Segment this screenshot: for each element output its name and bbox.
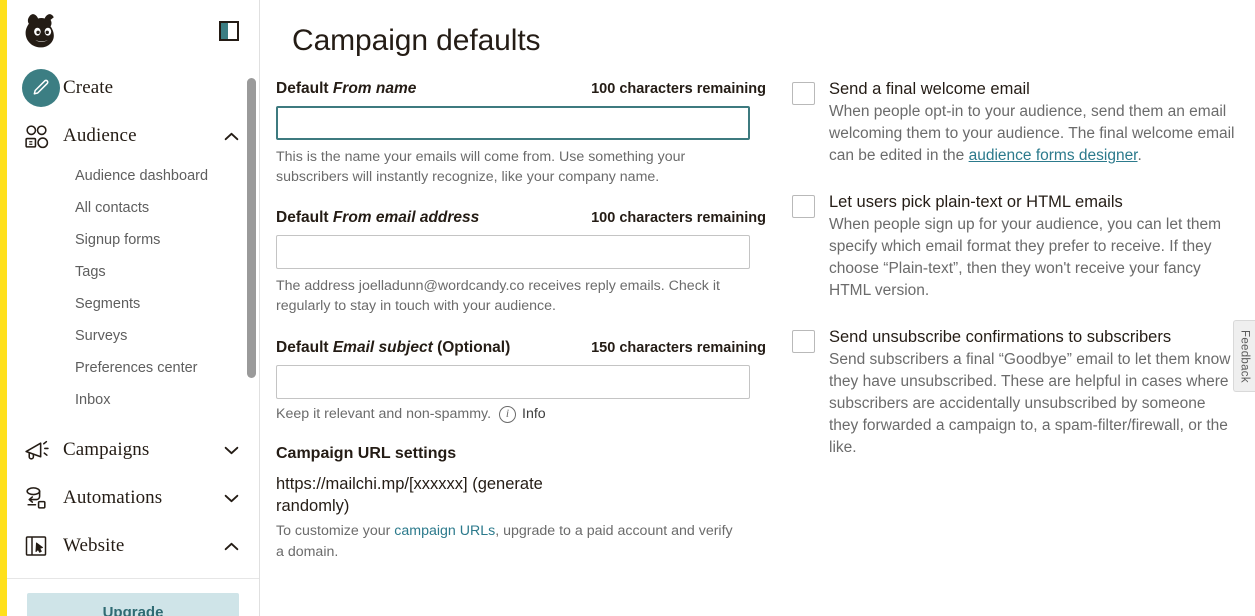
field-header: Default From name 100 characters remaini… (276, 80, 766, 98)
audience-subnav: Audience dashboard All contacts Signup f… (7, 160, 259, 416)
sidebar-item-website[interactable]: Website (7, 522, 259, 570)
from-name-input[interactable] (276, 106, 750, 140)
mailchimp-freddie-logo[interactable] (21, 11, 63, 51)
option-description: When people opt-in to your audience, sen… (829, 103, 1235, 164)
audience-forms-designer-link[interactable]: audience forms designer (969, 147, 1138, 164)
character-counter: 150 characters remaining (591, 339, 766, 356)
sidebar-item-surveys[interactable]: Surveys (7, 320, 259, 352)
option-body: Let users pick plain-text or HTML emails… (829, 193, 1237, 302)
option-description: Send subscribers a final “Goodbye” email… (829, 351, 1231, 456)
info-label[interactable]: Info (522, 406, 546, 422)
chevron-up-icon[interactable] (223, 132, 239, 141)
campaign-urls-link[interactable]: campaign URLs (394, 523, 495, 539)
sidebar-item-segments[interactable]: Segments (7, 288, 259, 320)
form-column: Default From name 100 characters remaini… (276, 80, 766, 564)
option-title[interactable]: Send unsubscribe confirmations to subscr… (829, 328, 1237, 347)
sidebar-item-preferences-center[interactable]: Preferences center (7, 352, 259, 384)
sidebar-item-inbox[interactable]: Inbox (7, 384, 259, 416)
character-counter: 100 characters remaining (591, 81, 766, 97)
sidebar-item-audience[interactable]: Audience (7, 112, 259, 160)
campaign-url-value: https://mailchi.mp/[xxxxxx] (generate ra… (276, 474, 543, 515)
field-help-text: The address joelladunn@wordcandy.co rece… (276, 278, 720, 315)
sidebar-item-audience-dashboard[interactable]: Audience dashboard (7, 160, 259, 192)
sidebar-item-label: Website (63, 535, 125, 556)
option-body: Send unsubscribe confirmations to subscr… (829, 328, 1237, 459)
field-label: Default Email subject (Optional) (276, 338, 511, 356)
field-from-name: Default From name 100 characters remaini… (276, 80, 766, 187)
field-help-text: Keep it relevant and non-spammy. (276, 406, 492, 423)
sidebar-item-signup-forms[interactable]: Signup forms (7, 224, 259, 256)
upgrade-section: Upgrade (7, 579, 259, 616)
website-window-icon (23, 533, 63, 559)
app-root: Create Audience Audience dashboard All c… (0, 0, 1255, 616)
option-title[interactable]: Send a final welcome email (829, 80, 1237, 99)
brand-accent-strip (0, 0, 7, 616)
option-plain-text-or-html: Let users pick plain-text or HTML emails… (792, 193, 1237, 302)
sidebar-item-automations[interactable]: Automations (7, 474, 259, 522)
sidebar-item-label: Create (63, 77, 114, 98)
sidebar-nav: Create Audience Audience dashboard All c… (7, 62, 259, 616)
sidebar-item-label: Campaigns (63, 439, 150, 460)
field-header: Default From email address 100 character… (276, 209, 766, 227)
field-email-subject: Default Email subject (Optional) 150 cha… (276, 339, 766, 423)
main-content: Campaign defaults Default From name 100 … (260, 0, 1255, 616)
sidebar-item-tags[interactable]: Tags (7, 256, 259, 288)
options-column: Send a final welcome email When people o… (766, 80, 1255, 564)
field-help-row: Keep it relevant and non-spammy. i Info (276, 405, 766, 423)
email-subject-input[interactable] (276, 364, 750, 399)
sidebar: Create Audience Audience dashboard All c… (7, 0, 260, 616)
campaign-url-settings: Campaign URL settings https://mailchi.mp… (276, 445, 766, 564)
option-body: Send a final welcome email When people o… (829, 80, 1237, 167)
chevron-up-icon[interactable] (223, 542, 239, 551)
section-title: Campaign URL settings (276, 444, 457, 462)
automation-flow-icon (23, 485, 63, 512)
field-from-email: Default From email address 100 character… (276, 209, 766, 316)
checkbox[interactable] (792, 330, 815, 353)
option-send-welcome-email: Send a final welcome email When people o… (792, 80, 1237, 167)
audience-people-icon (23, 123, 63, 150)
field-label: Default From email address (276, 209, 480, 227)
checkbox[interactable] (792, 82, 815, 105)
character-counter: 100 characters remaining (591, 210, 766, 227)
field-label: Default From name (276, 80, 417, 97)
option-title[interactable]: Let users pick plain-text or HTML emails (829, 193, 1237, 212)
info-circle-icon[interactable]: i (499, 405, 517, 423)
megaphone-icon (23, 437, 63, 464)
sidebar-item-create[interactable]: Create (7, 64, 259, 112)
chevron-down-icon[interactable] (223, 494, 239, 503)
sidebar-item-all-contacts[interactable]: All contacts (7, 192, 259, 224)
feedback-label: Feedback (1238, 329, 1251, 383)
sidebar-scrollbar-thumb[interactable] (247, 78, 256, 378)
field-header: Default Email subject (Optional) 150 cha… (276, 339, 766, 357)
option-unsubscribe-confirmations: Send unsubscribe confirmations to subscr… (792, 328, 1237, 459)
page-title: Campaign defaults (292, 24, 541, 57)
sidebar-header (7, 0, 259, 62)
collapse-panel-icon[interactable] (219, 21, 239, 41)
feedback-tab[interactable]: Feedback (1233, 320, 1255, 392)
campaign-url-note: To customize your campaign URLs, upgrade… (276, 523, 733, 561)
checkbox[interactable] (792, 195, 815, 218)
sidebar-item-label: Audience (63, 125, 137, 146)
settings-columns: Default From name 100 characters remaini… (260, 80, 1255, 564)
sidebar-item-label: Automations (63, 487, 163, 508)
pencil-icon (22, 69, 63, 107)
option-description: When people sign up for your audience, y… (829, 216, 1222, 299)
sidebar-item-campaigns[interactable]: Campaigns (7, 426, 259, 474)
from-email-input[interactable] (276, 235, 750, 270)
field-help-text: This is the name your emails will come f… (276, 149, 686, 186)
upgrade-button[interactable]: Upgrade (27, 593, 239, 616)
chevron-down-icon[interactable] (223, 446, 239, 455)
